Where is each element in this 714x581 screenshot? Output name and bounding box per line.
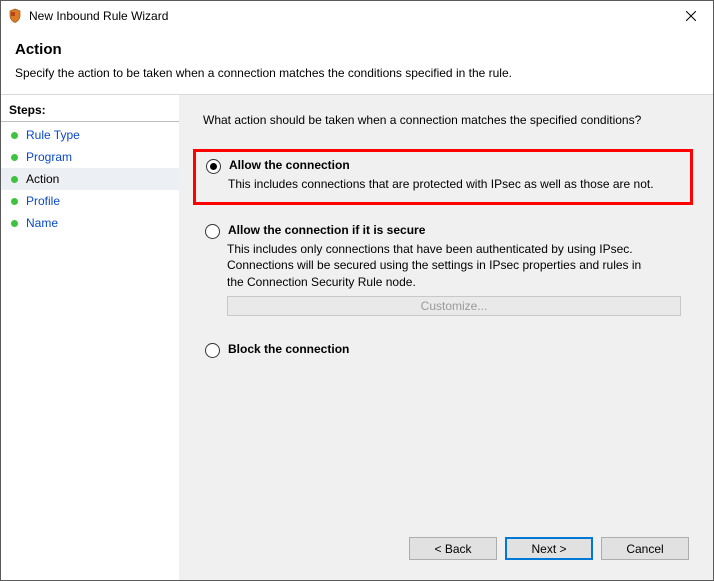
radio-row-allow[interactable]: Allow the connection <box>206 158 680 174</box>
steps-sidebar: Steps: Rule Type Program Action Profile … <box>1 95 179 580</box>
radio-block[interactable] <box>205 343 220 358</box>
step-label: Profile <box>26 194 60 208</box>
wizard-footer: < Back Next > Cancel <box>197 529 689 570</box>
step-label: Program <box>26 150 72 164</box>
radio-row-block[interactable]: Block the connection <box>205 342 681 358</box>
back-button[interactable]: < Back <box>409 537 497 560</box>
wizard-body: Steps: Rule Type Program Action Profile … <box>1 95 713 580</box>
radio-allow[interactable] <box>206 159 221 174</box>
page-title: Action <box>15 41 699 58</box>
step-profile[interactable]: Profile <box>1 190 179 212</box>
main-panel: What action should be taken when a conne… <box>179 95 713 580</box>
option-block: Block the connection <box>197 334 689 366</box>
bullet-icon <box>11 154 18 161</box>
step-label: Name <box>26 216 58 230</box>
step-action[interactable]: Action <box>1 168 179 190</box>
question-text: What action should be taken when a conne… <box>203 113 689 127</box>
app-icon <box>7 8 23 24</box>
customize-button: Customize... <box>227 296 681 316</box>
page-header: Action Specify the action to be taken wh… <box>1 31 713 95</box>
steps-heading: Steps: <box>1 101 179 122</box>
step-label: Action <box>26 172 59 186</box>
step-rule-type[interactable]: Rule Type <box>1 124 179 146</box>
page-subtitle: Specify the action to be taken when a co… <box>15 66 699 80</box>
option-desc: This includes connections that are prote… <box>228 176 658 192</box>
next-button[interactable]: Next > <box>505 537 593 560</box>
cancel-button[interactable]: Cancel <box>601 537 689 560</box>
option-allow: Allow the connection This includes conne… <box>193 149 693 205</box>
step-program[interactable]: Program <box>1 146 179 168</box>
close-button[interactable] <box>668 1 713 31</box>
option-title: Allow the connection if it is secure <box>228 223 425 237</box>
bullet-icon <box>11 132 18 139</box>
option-desc: This includes only connections that have… <box>227 241 657 290</box>
bullet-icon <box>11 176 18 183</box>
step-name[interactable]: Name <box>1 212 179 234</box>
bullet-icon <box>11 198 18 205</box>
option-allow-secure: Allow the connection if it is secure Thi… <box>197 215 689 324</box>
window-title: New Inbound Rule Wizard <box>29 9 668 23</box>
option-title: Allow the connection <box>229 158 350 172</box>
titlebar: New Inbound Rule Wizard <box>1 1 713 31</box>
options-group: Allow the connection This includes conne… <box>197 149 689 376</box>
wizard-window: New Inbound Rule Wizard Action Specify t… <box>0 0 714 581</box>
bullet-icon <box>11 220 18 227</box>
radio-row-allow-secure[interactable]: Allow the connection if it is secure <box>205 223 681 239</box>
step-label: Rule Type <box>26 128 80 142</box>
radio-allow-secure[interactable] <box>205 224 220 239</box>
option-title: Block the connection <box>228 342 349 356</box>
